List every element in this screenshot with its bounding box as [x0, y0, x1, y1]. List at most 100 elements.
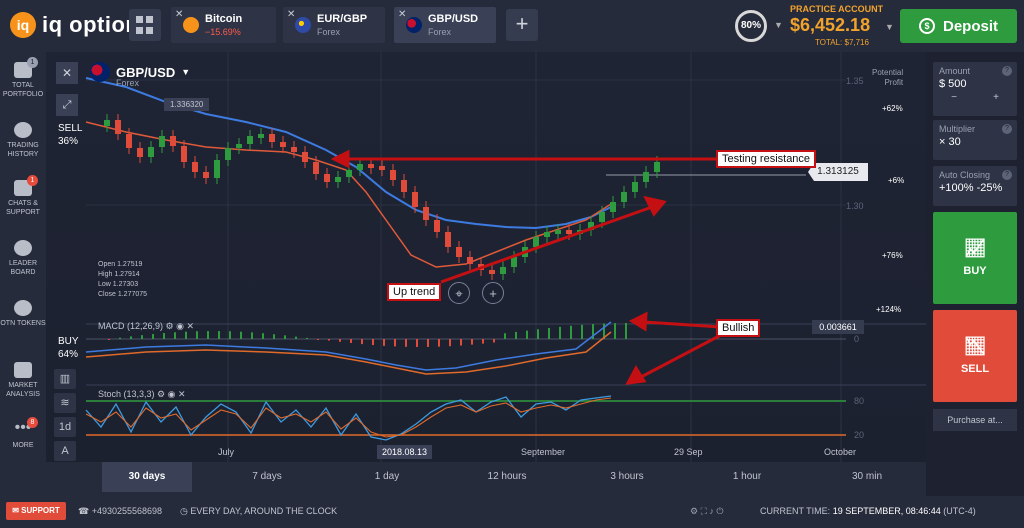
- buy-button[interactable]: 📈︎ BUY: [933, 212, 1017, 304]
- macd-histogram-bar: [207, 331, 209, 339]
- buy-label: BUY: [963, 265, 987, 277]
- chart-tools: ▥ ≋ 1d A ↗: [54, 369, 80, 462]
- profit-pct: +124%: [876, 305, 902, 314]
- stoch-label[interactable]: Stoch (13,3,3) ⚙ ◉ ✕: [98, 389, 186, 400]
- bottom-bar: ✉ SUPPORT ☎ +4930255568698 ◷ EVERY DAY, …: [0, 496, 1024, 528]
- timeframe-button[interactable]: 1d: [54, 417, 76, 437]
- sidebar-item-leaderboard[interactable]: LEADER BOARD: [0, 240, 46, 277]
- increase-icon[interactable]: +: [993, 92, 999, 103]
- sidebar-item-more[interactable]: ••• 8 MORE: [0, 417, 46, 450]
- candle-body: [192, 162, 198, 172]
- sidebar-item-label: LEADER BOARD: [8, 260, 37, 276]
- candle-body: [115, 120, 121, 134]
- decrease-icon[interactable]: −: [951, 92, 957, 103]
- period-7-days[interactable]: 7 days: [222, 462, 312, 492]
- macd-histogram-bar: [218, 331, 220, 339]
- sidebar-item-analysis[interactable]: MARKET ANALYSIS: [0, 362, 46, 399]
- macd-histogram-bar: [262, 333, 264, 339]
- candle-body: [280, 142, 286, 147]
- macd-histogram-bar: [625, 323, 627, 339]
- expand-icon[interactable]: ⤢: [56, 94, 78, 116]
- deposit-button[interactable]: $ Deposit: [900, 9, 1017, 43]
- macd-histogram-bar: [306, 337, 308, 339]
- period-12-hours[interactable]: 12 hours: [462, 462, 552, 492]
- macd-histogram-bar: [251, 332, 253, 339]
- candle-body: [346, 170, 352, 177]
- period-30-days[interactable]: 30 days: [102, 462, 192, 492]
- macd-histogram-bar: [548, 328, 550, 339]
- candle-body: [236, 144, 242, 148]
- macd-histogram-bar: [526, 330, 528, 339]
- y-axis-label: 1.35: [846, 76, 864, 86]
- candle-body: [390, 170, 396, 180]
- logo[interactable]: iq iq option: [10, 12, 139, 38]
- close-chart-button[interactable]: ✕: [56, 62, 78, 84]
- amount-input[interactable]: $ 500: [933, 76, 1017, 92]
- zoom-in-icon[interactable]: +: [482, 282, 504, 304]
- profit-ring[interactable]: 80%: [735, 10, 767, 42]
- period-30-min[interactable]: 30 min: [822, 462, 912, 492]
- autoclose-value[interactable]: +100% -25%: [933, 180, 1017, 196]
- candle-body: [412, 192, 418, 207]
- amount-stepper[interactable]: − +: [933, 92, 1017, 103]
- support-button[interactable]: ✉ SUPPORT: [6, 502, 66, 520]
- sidebar-item-otn[interactable]: OTN TOKENS: [0, 300, 46, 328]
- tab-gbpusd[interactable]: ✕ GBP/USD Forex: [394, 7, 496, 43]
- period-1-day[interactable]: 1 day: [342, 462, 432, 492]
- macd-histogram-bar: [108, 339, 110, 340]
- support-tagline: ◷ EVERY DAY, AROUND THE CLOCK: [180, 506, 338, 516]
- tab-change: −15.69%: [205, 27, 241, 37]
- sidebar: 1 TOTAL PORTFOLIO TRADING HISTORY 1 CHAT…: [0, 52, 46, 496]
- chevron-down-icon[interactable]: ▼: [885, 22, 894, 32]
- draw-tool-icon[interactable]: A: [54, 441, 76, 461]
- sidebar-item-portfolio[interactable]: 1 TOTAL PORTFOLIO: [0, 57, 46, 99]
- help-icon[interactable]: ?: [1002, 124, 1012, 134]
- sidebar-item-history[interactable]: TRADING HISTORY: [0, 122, 46, 159]
- help-icon[interactable]: ?: [1002, 170, 1012, 180]
- logo-icon: iq: [10, 12, 36, 38]
- bottom-icons[interactable]: ⚙ ⛶ ♪ ⏻: [690, 506, 724, 517]
- multiplier-value[interactable]: × 30: [933, 134, 1017, 150]
- macd-histogram-bar: [174, 332, 176, 339]
- chart-area[interactable]: ✕ ⤢ GBP/USD ▼ Forex 1.336320 SELL 36% BUY…: [46, 52, 926, 462]
- macd-histogram-bar: [372, 339, 374, 346]
- autoclose-box[interactable]: Auto Closing ? +100% -25%: [933, 166, 1017, 206]
- period-3-hours[interactable]: 3 hours: [582, 462, 672, 492]
- logo-text: iq option: [42, 12, 140, 37]
- add-tab-button[interactable]: +: [506, 9, 538, 41]
- phone-number: ☎ +4930255568698: [78, 506, 163, 516]
- sell-button[interactable]: 📉︎ SELL: [933, 310, 1017, 402]
- badge: 1: [27, 175, 38, 186]
- badge: 8: [27, 417, 38, 428]
- close-tab-icon[interactable]: ✕: [398, 9, 406, 20]
- asset-selector[interactable]: GBP/USD ▼ Forex: [90, 62, 190, 88]
- potential-profit-label: Potential Profit: [872, 68, 904, 87]
- help-icon[interactable]: ?: [1002, 66, 1012, 76]
- sidebar-item-chats[interactable]: 1 CHATS & SUPPORT: [0, 175, 46, 217]
- tab-bitcoin[interactable]: ✕ Bitcoin −15.69%: [171, 7, 276, 43]
- macd-histogram-bar: [614, 323, 616, 339]
- amount-box[interactable]: Amount ? $ 500 − +: [933, 62, 1017, 116]
- candle-body: [159, 136, 165, 147]
- multiplier-box[interactable]: Multiplier ? × 30: [933, 120, 1017, 160]
- macd-label[interactable]: MACD (12,26,9) ⚙ ◉ ✕: [98, 321, 194, 332]
- y-axis-label: 1.30: [846, 201, 864, 211]
- grid-menu-button[interactable]: [129, 9, 161, 41]
- indicators-icon[interactable]: ≋: [54, 393, 76, 413]
- purchase-at-button[interactable]: Purchase at...: [933, 409, 1017, 431]
- macd-histogram-bar: [460, 339, 462, 346]
- bitcoin-icon: [183, 17, 199, 33]
- sidebar-item-label: MORE: [12, 442, 34, 449]
- tab-eurgbp[interactable]: ✕ EUR/GBP Forex: [283, 7, 385, 43]
- macd-histogram-bar: [471, 339, 473, 345]
- close-tab-icon[interactable]: ✕: [287, 9, 295, 20]
- period-1-hour[interactable]: 1 hour: [702, 462, 792, 492]
- account-selector[interactable]: PRACTICE ACCOUNT $6,452.18 TOTAL: $7,716: [790, 4, 890, 47]
- token-icon: [14, 300, 32, 316]
- chart-type-icon[interactable]: ▥: [54, 369, 76, 389]
- close-tab-icon[interactable]: ✕: [175, 9, 183, 20]
- chevron-down-icon[interactable]: ▼: [774, 20, 783, 30]
- macd-histogram-bar: [405, 339, 407, 347]
- crosshair-icon[interactable]: ⌖: [448, 282, 470, 304]
- time-label: September: [521, 447, 566, 457]
